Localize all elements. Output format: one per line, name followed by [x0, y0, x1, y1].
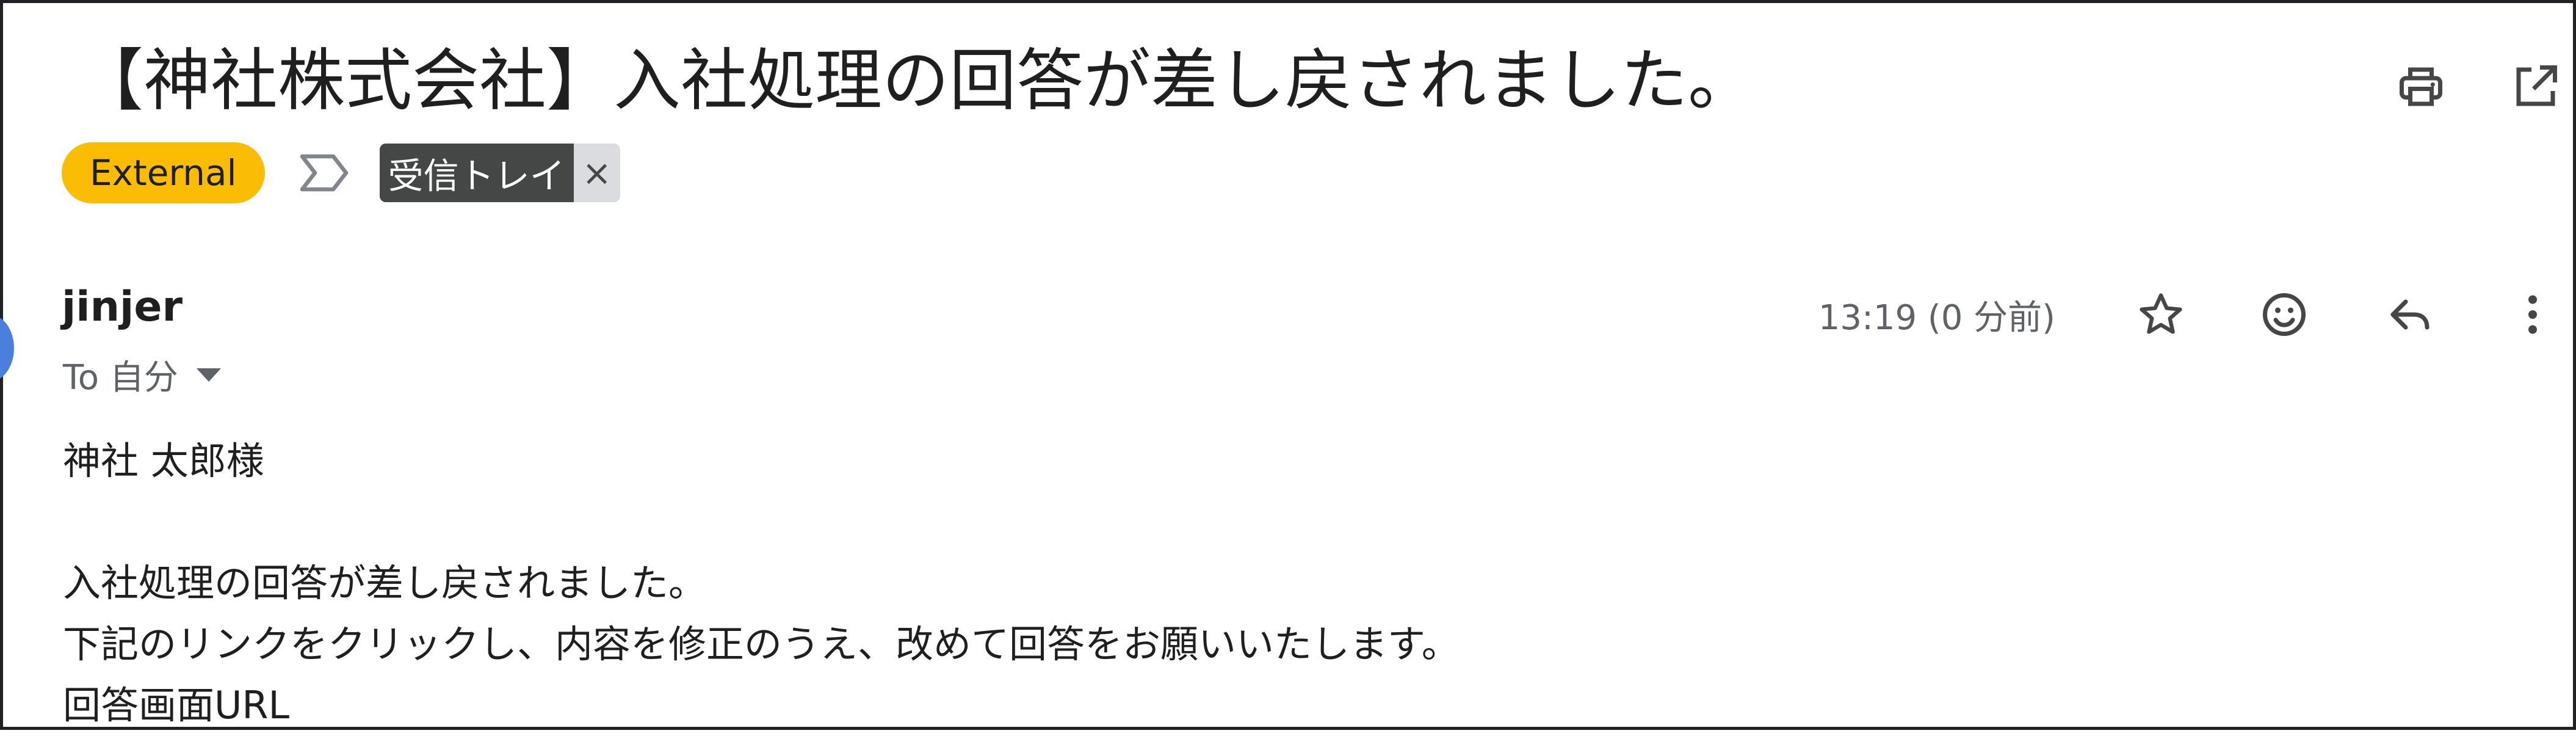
open-in-new-window-icon — [2516, 65, 2557, 106]
importance-marker-icon — [300, 154, 348, 192]
email-subject: 【神社株式会社】入社処理の回答が差し戻されました。 — [76, 42, 1755, 120]
body-line-3: 回答画面URL — [63, 683, 290, 727]
inbox-label-text: 受信トレイ — [379, 144, 574, 202]
email-timestamp: 13:19 (0 分前) — [1818, 298, 2055, 338]
importance-marker-button[interactable] — [297, 148, 352, 197]
email-body: 神社 太郎様 入社処理の回答が差し戻されました。 下記のリンクをクリックし、内容… — [63, 431, 1460, 736]
recipient-label: To 自分 — [63, 358, 178, 398]
body-line-2: 下記のリンクをクリックし、内容を修正のうえ、改めて回答をお願いいたします。 — [63, 622, 1460, 666]
chevron-down-icon — [196, 368, 221, 382]
body-line-1: 入社処理の回答が差し戻されました。 — [63, 561, 707, 605]
sender-name[interactable]: jinjer — [62, 283, 183, 331]
print-icon — [2400, 67, 2442, 106]
open-in-new-window-button[interactable] — [2502, 53, 2569, 120]
remove-label-button[interactable]: × — [573, 144, 620, 202]
external-label-chip: External — [62, 142, 265, 203]
star-button[interactable] — [2127, 281, 2194, 348]
avatar — [0, 315, 14, 382]
greeting-line: 神社 太郎様 — [63, 439, 264, 483]
recipient-details-toggle[interactable]: To 自分 — [63, 350, 221, 399]
emoji-reaction-icon — [2263, 293, 2306, 336]
reply-button[interactable] — [2376, 281, 2444, 348]
label-row: External 受信トレイ × — [62, 142, 620, 203]
reply-icon — [2390, 299, 2429, 330]
star-icon — [2140, 293, 2182, 334]
more-vertical-icon — [2528, 295, 2537, 334]
email-view: 【神社株式会社】入社処理の回答が差し戻されました。 External 受信トレイ… — [0, 0, 2576, 730]
emoji-reaction-button[interactable] — [2251, 281, 2318, 348]
inbox-label-chip: 受信トレイ × — [379, 144, 620, 202]
more-options-button[interactable] — [2502, 281, 2563, 348]
print-button[interactable] — [2387, 53, 2455, 120]
